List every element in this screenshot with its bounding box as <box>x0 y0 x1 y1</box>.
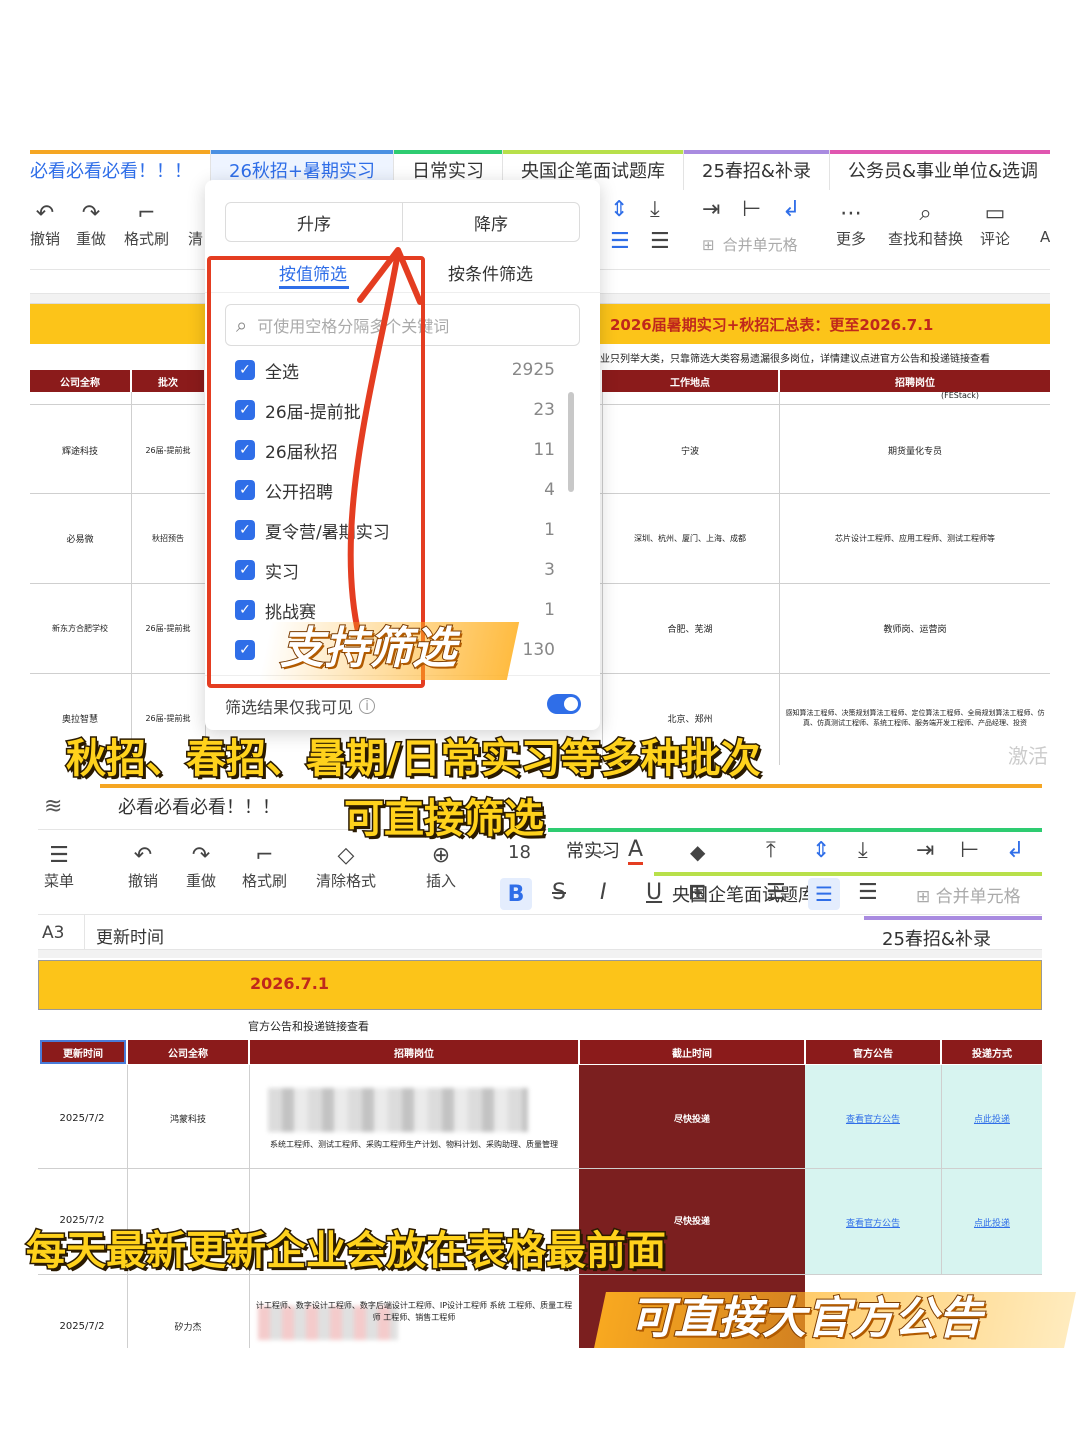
caption-newest-first: 每天最新更新企业会放在表格最前面 <box>25 1227 668 1276</box>
undo-button[interactable]: ↶ 撤销 <box>128 842 158 891</box>
blurred-content <box>268 1088 528 1132</box>
eraser-icon: ◇ <box>337 843 355 868</box>
clear-format-button[interactable]: ◇ 清除格式 <box>316 842 376 891</box>
link-column-fill <box>805 1065 1042 1275</box>
official-notice-link[interactable]: 查看官方公告 <box>806 1202 940 1242</box>
caption-batches: 秋招、春招、暑期/日常实习等多种批次 <box>65 735 763 784</box>
official-notice-link[interactable]: 查看官方公告 <box>806 1098 940 1138</box>
grid-line <box>38 1168 1042 1169</box>
italic-button[interactable]: I <box>600 880 607 905</box>
sheet-banner-title: 2026.7.1 <box>250 974 329 993</box>
header-position[interactable]: 招聘岗位 <box>250 1040 578 1064</box>
cell-date[interactable]: 2025/7/2 <box>38 1306 126 1346</box>
header-company[interactable]: 公司全称 <box>128 1040 248 1064</box>
caption-official-notice: 可直接大官方公告 <box>629 1292 983 1345</box>
cell-company[interactable]: 矽力杰 <box>128 1306 248 1346</box>
cell-deadline[interactable]: 尽快投递 <box>580 1098 804 1138</box>
fill-color-icon[interactable]: ◆ <box>690 840 705 864</box>
layers-icon[interactable]: ≋ <box>44 794 62 819</box>
caption-direct-filter: 可直接筛选 <box>343 795 546 844</box>
header-notice[interactable]: 官方公告 <box>806 1040 940 1064</box>
apply-link[interactable]: 点此投递 <box>942 1098 1042 1138</box>
redo-button[interactable]: ↷ 重做 <box>186 842 216 891</box>
cell-reference[interactable]: A3 <box>42 923 64 943</box>
tab-must-read[interactable]: 必看必看必看！！！ <box>100 784 1042 828</box>
align-right-icon[interactable]: ☰ <box>858 880 878 905</box>
cell-position[interactable]: 系统工程师、测试工程师、采购工程师生产计划、物料计划、采购助理、质量管理 <box>252 1132 576 1156</box>
align-left-icon[interactable]: ☰ <box>766 880 786 905</box>
insert-button[interactable]: ⊕ 插入 <box>426 842 456 891</box>
merge-icon: ⊞ <box>916 887 936 907</box>
underline-button[interactable]: U <box>646 880 662 905</box>
format-brush-button[interactable]: ⌐ 格式刷 <box>242 842 287 891</box>
caption-filter: 支持筛选 <box>279 622 457 675</box>
chevron-down-icon[interactable]: ⌄ <box>596 842 608 858</box>
vertical-center-icon[interactable]: ⇕ <box>812 838 830 863</box>
wrap-icon[interactable]: ↲ <box>1006 838 1024 863</box>
cell-date[interactable]: 2025/7/2 <box>38 1098 126 1138</box>
divider <box>84 915 85 951</box>
redo-icon: ↷ <box>191 843 211 868</box>
border-icon[interactable]: ⊞ <box>688 880 706 905</box>
cell-position[interactable]: 计工程师、数字设计工程师、数字后端设计工程师、IP设计工程师 系统 工程师、质量… <box>252 1284 576 1340</box>
sheet-note: 官方公告和投递链接查看 <box>248 1020 369 1033</box>
formula-bar: A3 更新时间 <box>38 914 1042 951</box>
undo-icon: ↶ <box>133 843 153 868</box>
plus-circle-icon: ⊕ <box>431 843 451 868</box>
align-top-icon[interactable]: ⤒ <box>766 838 776 863</box>
header-deadline[interactable]: 截止时间 <box>580 1040 804 1064</box>
clip-icon[interactable]: ⊢ <box>960 838 979 863</box>
menu-icon: ☰ <box>49 843 69 868</box>
strikethrough-button[interactable]: S <box>552 880 566 905</box>
grid-line <box>941 1065 942 1275</box>
merge-cells-button[interactable]: ⊞ 合并单元格 <box>916 882 1021 907</box>
column-header-bar <box>38 950 1042 958</box>
apply-link[interactable]: 点此投递 <box>942 1202 1042 1242</box>
align-center-icon[interactable]: ☰ <box>808 878 840 910</box>
format-brush-icon: ⌐ <box>255 843 274 868</box>
header-apply[interactable]: 投递方式 <box>942 1040 1042 1064</box>
font-color-icon[interactable]: A <box>628 838 644 865</box>
menu-button[interactable]: ☰ 菜单 <box>44 842 74 891</box>
font-size-select[interactable]: 18 <box>508 842 531 863</box>
overflow-icon[interactable]: ⇥ <box>916 838 934 863</box>
header-update-time[interactable]: 更新时间 <box>40 1040 126 1064</box>
cell-company[interactable]: 鸿蒙科技 <box>128 1098 248 1138</box>
grid-line <box>249 1065 250 1348</box>
align-bottom-icon[interactable]: ⤓ <box>858 838 868 863</box>
bold-button[interactable]: B <box>500 878 532 910</box>
sheet-banner <box>38 960 1042 1010</box>
formula-value[interactable]: 更新时间 <box>96 923 164 948</box>
